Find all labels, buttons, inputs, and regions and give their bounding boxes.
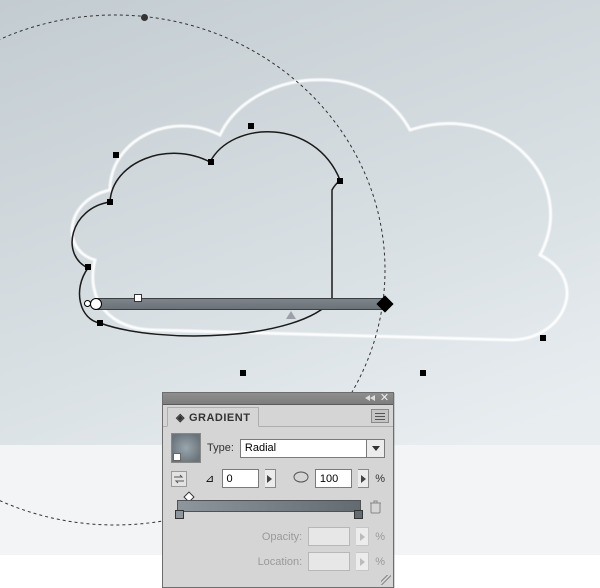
tab-gradient[interactable]: ◈ GRADIENT: [167, 407, 259, 427]
angle-input[interactable]: 0: [222, 469, 259, 488]
trash-icon[interactable]: [369, 500, 383, 514]
anchor-point[interactable]: [540, 335, 546, 341]
anchor-point[interactable]: [113, 152, 119, 158]
collapse-icon[interactable]: [365, 394, 375, 402]
location-label: Location:: [258, 556, 303, 568]
aspect-ratio-icon: [293, 471, 309, 486]
gradient-type-value: Radial: [245, 442, 276, 454]
opacity-label: Opacity:: [262, 531, 302, 543]
anchor-point[interactable]: [420, 370, 426, 376]
gradient-stop-left[interactable]: [175, 510, 184, 519]
gradient-tab-icon: ◈: [176, 411, 185, 424]
opacity-stepper: [356, 527, 369, 546]
gradient-ramp-track[interactable]: [177, 500, 361, 512]
panel-tab-strip: ◈ GRADIENT: [163, 405, 393, 427]
anchor-point[interactable]: [337, 178, 343, 184]
anchor-point[interactable]: [97, 320, 103, 326]
percent-label: %: [375, 531, 385, 543]
gradient-type-select[interactable]: Radial: [240, 439, 385, 458]
gradient-stop-right[interactable]: [354, 510, 363, 519]
anchor-point[interactable]: [248, 123, 254, 129]
anchor-point[interactable]: [107, 199, 113, 205]
anchor-point[interactable]: [141, 14, 148, 21]
anchor-point[interactable]: [240, 370, 246, 376]
aspect-ratio-value: 100: [320, 473, 338, 485]
panel-titlebar[interactable]: ✕: [163, 393, 393, 405]
gradient-fill-swatch[interactable]: [171, 433, 201, 463]
percent-label: %: [375, 556, 385, 568]
chevron-down-icon[interactable]: [366, 440, 384, 457]
swatch-expand-icon[interactable]: [173, 453, 181, 461]
angle-icon: ⊿: [204, 472, 216, 485]
gradient-ramp[interactable]: [171, 494, 385, 512]
panel-menu-button[interactable]: [371, 409, 389, 423]
tab-label: GRADIENT: [189, 412, 250, 424]
type-label: Type:: [207, 442, 234, 454]
angle-stepper[interactable]: [265, 469, 276, 488]
aspect-ratio-stepper[interactable]: [358, 469, 369, 488]
anchor-point[interactable]: [85, 264, 91, 270]
aspect-ratio-input[interactable]: 100: [315, 469, 352, 488]
panel-resize-grip[interactable]: [381, 575, 391, 585]
reverse-gradient-button[interactable]: [171, 471, 187, 487]
anchor-point[interactable]: [84, 300, 91, 307]
percent-label: %: [375, 473, 385, 485]
opacity-input: [308, 527, 350, 546]
angle-value: 0: [227, 473, 233, 485]
close-icon[interactable]: ✕: [379, 393, 390, 404]
anchor-point[interactable]: [208, 159, 214, 165]
gradient-panel: ✕ ◈ GRADIENT Type: Radial ⊿: [162, 392, 394, 588]
